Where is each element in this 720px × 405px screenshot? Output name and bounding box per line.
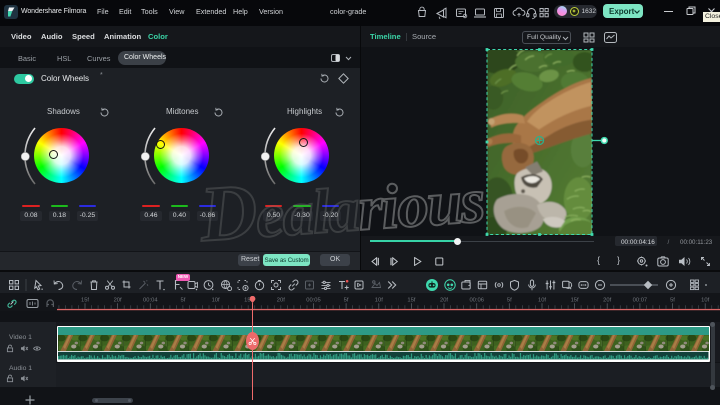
- svg-text:5f: 5f: [670, 298, 675, 304]
- svg-text:20f: 20f: [603, 298, 611, 304]
- svg-text:10f: 10f: [212, 298, 220, 304]
- svg-text:00:07: 00:07: [633, 298, 648, 304]
- svg-text:10f: 10f: [701, 298, 709, 304]
- svg-text:00:04: 00:04: [143, 298, 158, 304]
- svg-text:15f: 15f: [407, 298, 415, 304]
- svg-text:20f: 20f: [114, 298, 122, 304]
- svg-text:00:06: 00:06: [469, 298, 484, 304]
- svg-text:15f: 15f: [81, 298, 89, 304]
- svg-text:5f: 5f: [344, 298, 349, 304]
- svg-text:00:05: 00:05: [306, 298, 321, 304]
- svg-text:5f: 5f: [507, 298, 512, 304]
- svg-text:15f: 15f: [571, 298, 579, 304]
- svg-text:5f: 5f: [180, 298, 185, 304]
- svg-text:20f: 20f: [277, 298, 285, 304]
- svg-text:20f: 20f: [440, 298, 448, 304]
- svg-text:10f: 10f: [538, 298, 546, 304]
- svg-text:10f: 10f: [375, 298, 383, 304]
